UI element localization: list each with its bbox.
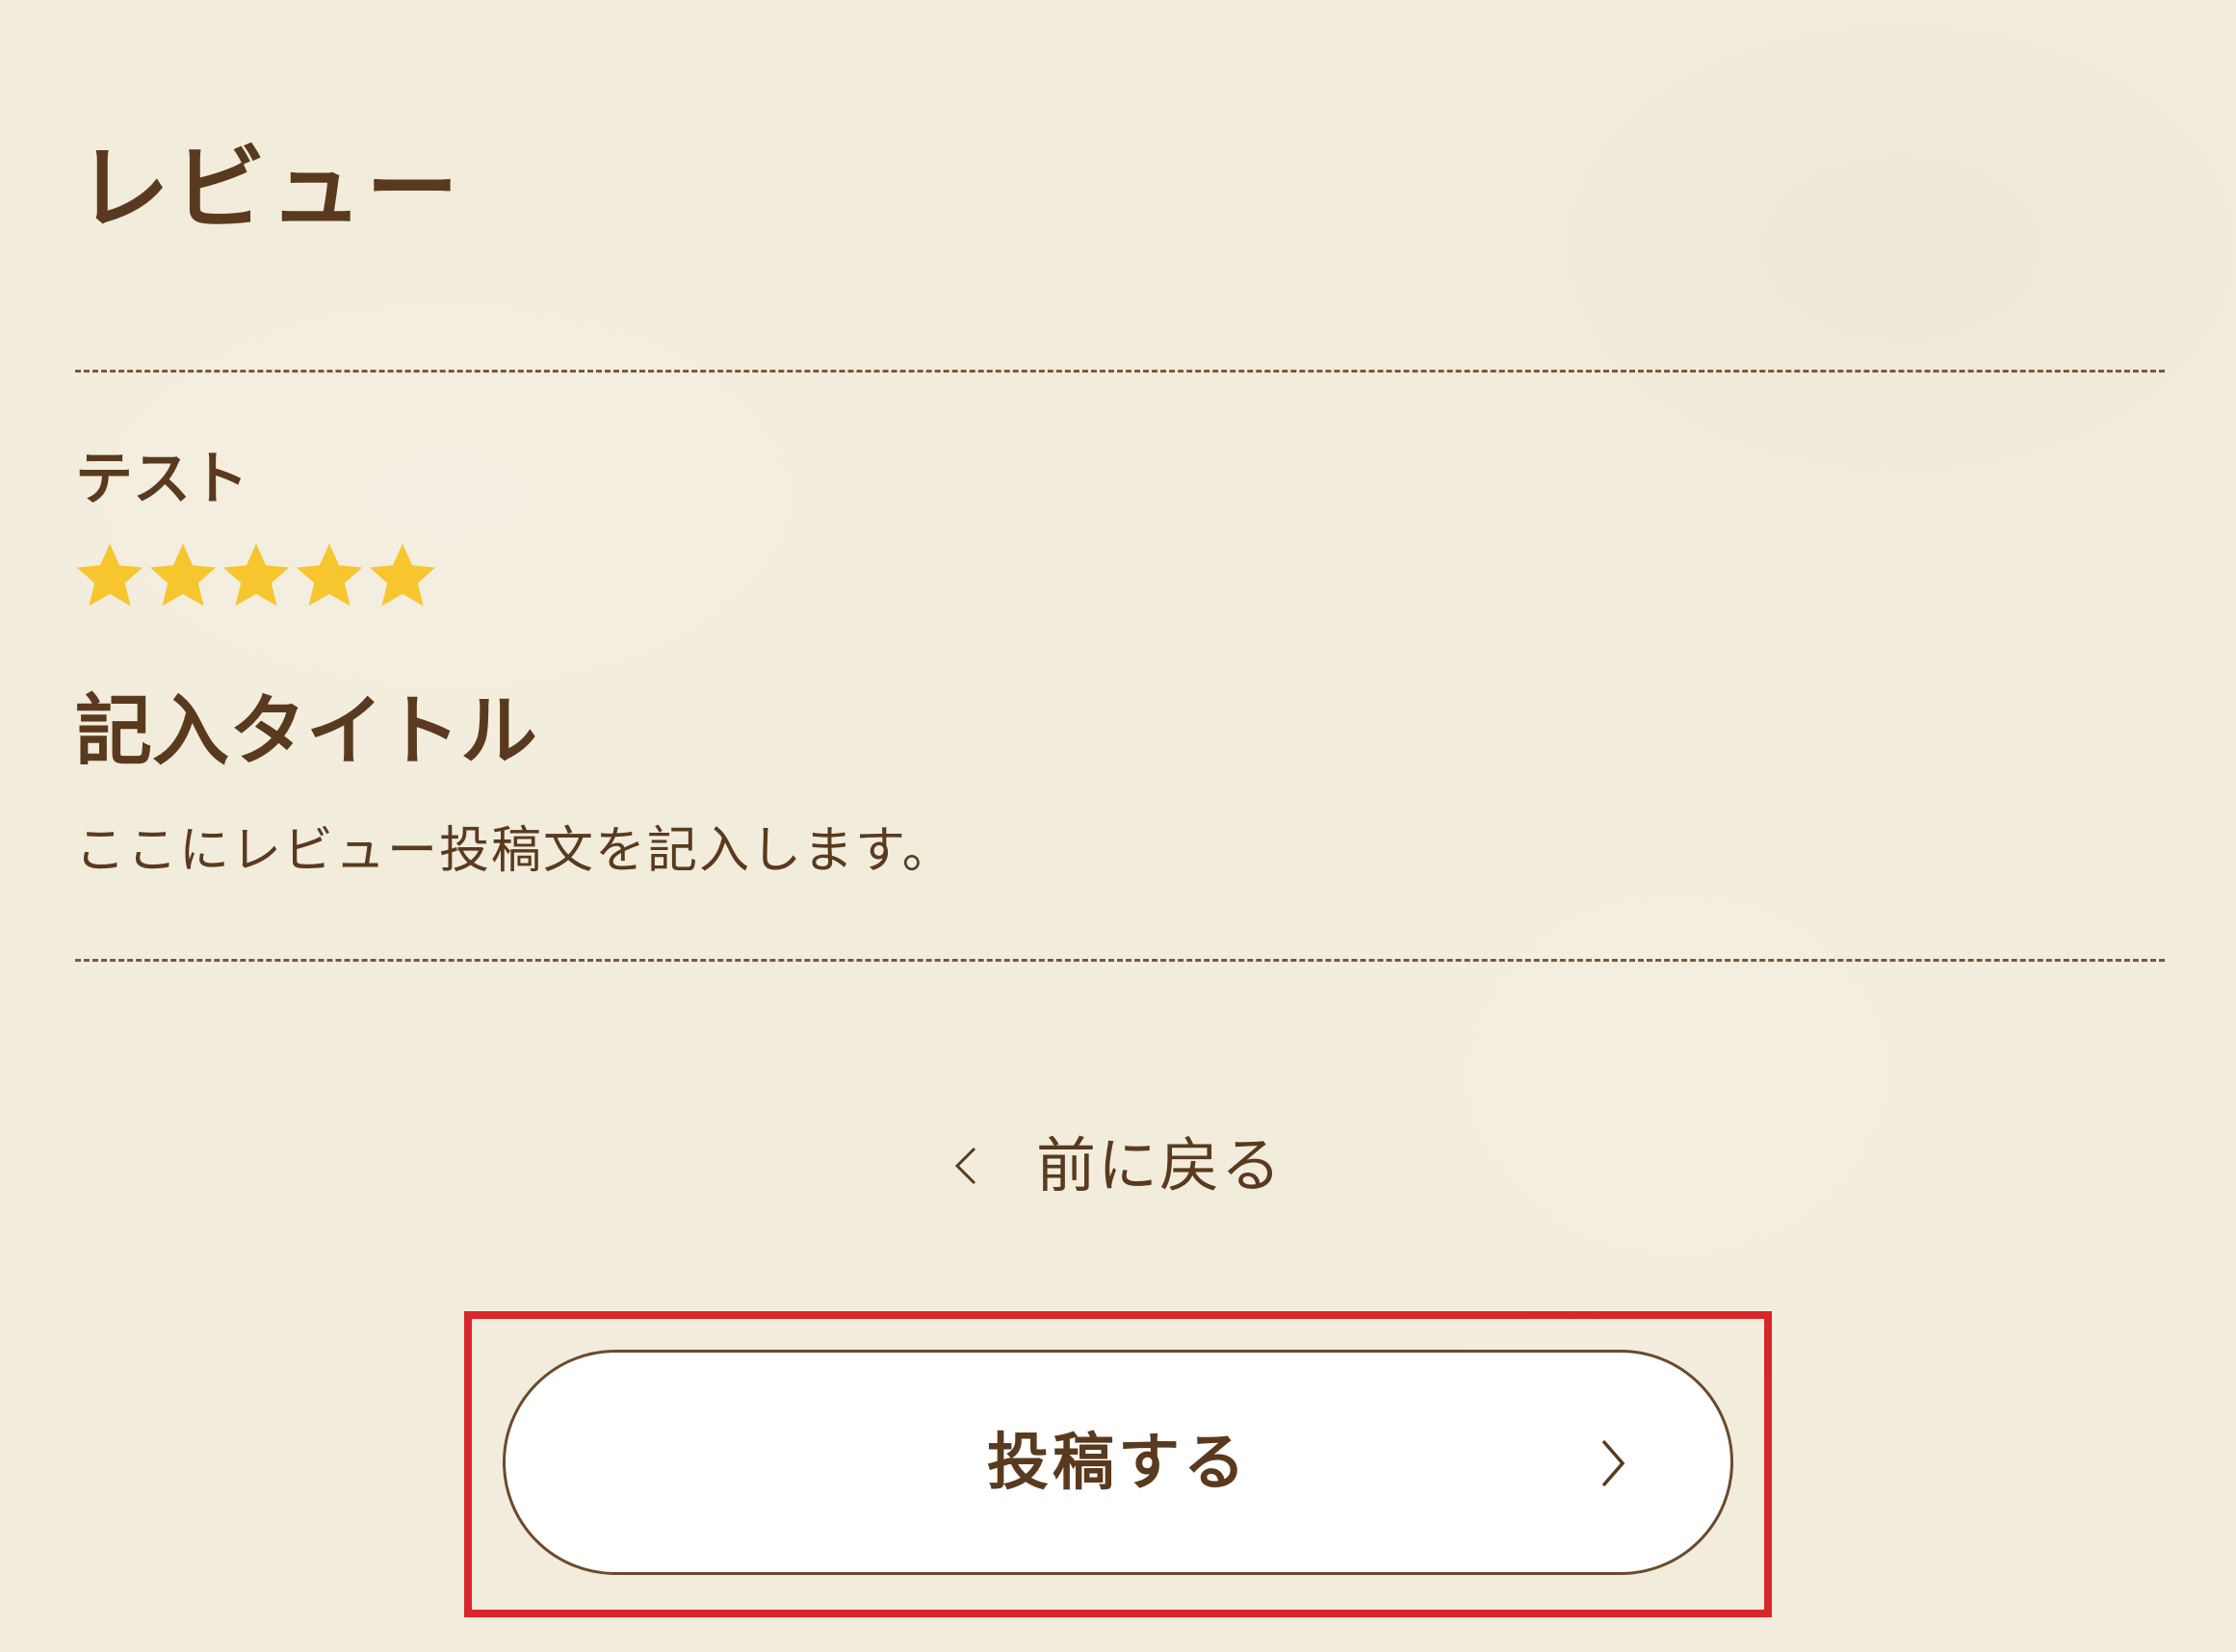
page-title: レビュー bbox=[77, 135, 462, 243]
star-icon bbox=[296, 543, 363, 607]
review-title: 記入タイトル bbox=[75, 686, 537, 776]
back-link-label: 前に戻る bbox=[1036, 1130, 1284, 1200]
review-body: ここにレビュー投稿文を記入します。 bbox=[75, 822, 954, 880]
reviewer-name: テスト bbox=[75, 446, 248, 513]
divider-top bbox=[75, 370, 2165, 373]
star-icon bbox=[222, 543, 290, 607]
chevron-right-icon bbox=[1601, 1439, 1625, 1487]
submit-button-label: 投稿する bbox=[987, 1428, 1249, 1497]
submit-button[interactable]: 投稿する bbox=[503, 1350, 1733, 1575]
back-link[interactable]: 前に戻る bbox=[953, 1136, 1283, 1196]
star-icon bbox=[369, 543, 436, 607]
star-icon bbox=[76, 543, 143, 607]
chevron-left-icon bbox=[954, 1147, 976, 1185]
star-icon bbox=[149, 543, 217, 607]
star-rating bbox=[73, 539, 439, 612]
divider-bottom bbox=[75, 959, 2165, 962]
review-confirm-page: レビュー テスト 記入タイトル ここにレビュー投稿文を記入します。 前に戻る 投… bbox=[0, 0, 2236, 1652]
